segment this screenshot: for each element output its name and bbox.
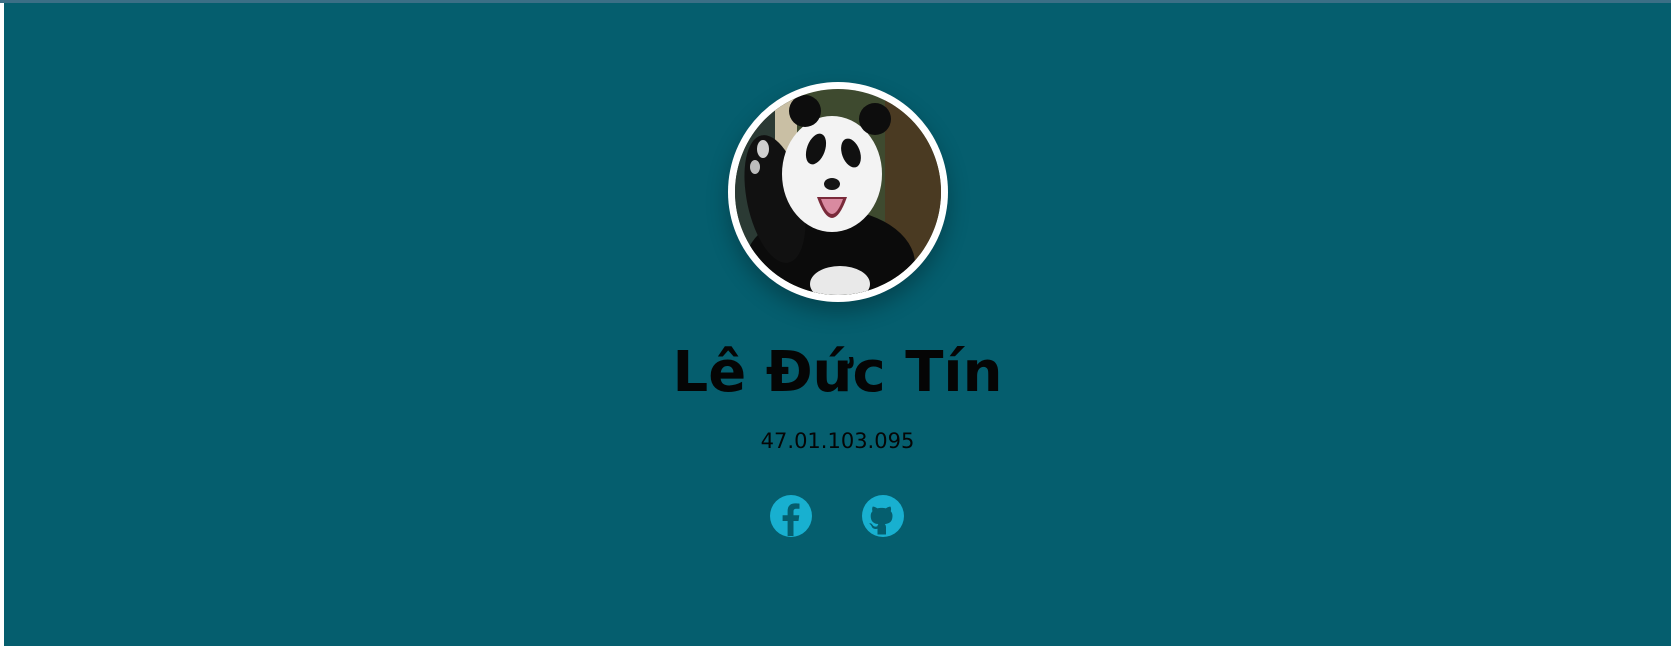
github-link[interactable] <box>861 494 905 538</box>
avatar <box>728 82 948 302</box>
facebook-link[interactable] <box>769 494 813 538</box>
facebook-icon <box>770 495 812 537</box>
profile-hero: Lê Đức Tín 47.01.103.095 <box>4 3 1671 646</box>
panda-photo <box>735 89 941 295</box>
profile-name: Lê Đức Tín <box>672 340 1003 405</box>
student-id: 47.01.103.095 <box>760 429 915 453</box>
github-icon <box>862 495 904 537</box>
